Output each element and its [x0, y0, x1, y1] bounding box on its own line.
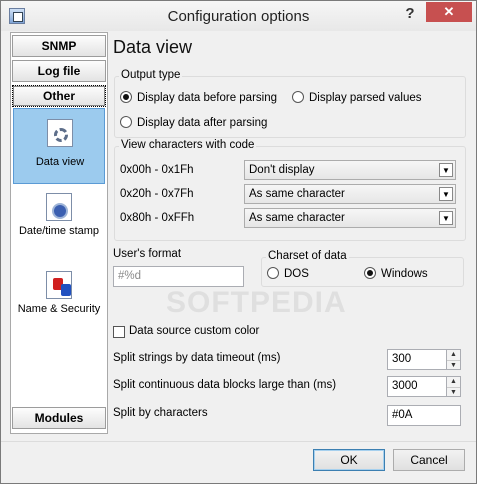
split-chars-label: Split by characters	[113, 407, 208, 419]
sidebar-item-date-time-stamp[interactable]: Date/time stamp	[13, 187, 105, 263]
title-bar: Configuration options ? ✕	[1, 1, 476, 31]
chevron-down-icon: ▼	[439, 163, 453, 177]
chevron-down-icon[interactable]: ▼	[447, 387, 460, 396]
users-format-input[interactable]: #%d	[113, 266, 244, 287]
configuration-window: Configuration options ? ✕ SNMP Log file …	[0, 0, 477, 484]
split-blocks-spinner[interactable]: 3000 ▲ ▼	[387, 376, 461, 397]
sidebar-item-name-security[interactable]: Name & Security	[13, 265, 105, 341]
sidebar-button-log-file[interactable]: Log file	[12, 60, 106, 82]
watermark: SOFTPEDIA	[166, 286, 347, 319]
sidebar-item-label: Date/time stamp	[18, 225, 100, 237]
sidebar-button-other[interactable]: Other	[12, 85, 106, 107]
radio-display-after-parsing[interactable]: Display data after parsing	[120, 116, 267, 129]
chevron-up-icon[interactable]: ▲	[447, 350, 460, 359]
charset-legend: Charset of data	[266, 250, 349, 262]
sidebar-item-label: Data view	[35, 156, 85, 168]
chevron-down-icon: ▼	[439, 187, 453, 201]
users-format-label: User's format	[113, 248, 182, 260]
sidebar-item-label: Name & Security	[17, 303, 101, 315]
split-blocks-label: Split continuous data blocks large than …	[113, 379, 337, 391]
split-timeout-spinner[interactable]: 300 ▲ ▼	[387, 349, 461, 370]
radio-indicator	[120, 116, 132, 128]
chevron-down-icon[interactable]: ▼	[447, 360, 460, 369]
category-sidebar: SNMP Log file Other Data view Date/time …	[10, 32, 108, 434]
radio-indicator	[267, 267, 279, 279]
clock-document-icon	[46, 193, 72, 221]
security-document-icon	[46, 271, 72, 299]
select-range-20-7f[interactable]: As same character ▼	[244, 184, 456, 204]
range-label-20-7f: 0x20h - 0x7Fh	[120, 188, 194, 200]
spinner-arrows[interactable]: ▲ ▼	[446, 349, 461, 370]
custom-color-checkbox[interactable]	[113, 326, 125, 338]
footer-separator	[1, 441, 476, 442]
ok-button[interactable]: OK	[313, 449, 385, 471]
custom-color-label: Data source custom color	[129, 325, 260, 337]
page-title: Data view	[113, 37, 193, 57]
help-button[interactable]: ?	[399, 5, 421, 25]
radio-charset-windows[interactable]: Windows	[364, 267, 428, 280]
view-characters-legend: View characters with code	[119, 139, 257, 151]
gear-document-icon	[47, 119, 73, 147]
spinner-arrows[interactable]: ▲ ▼	[446, 376, 461, 397]
radio-display-before-parsing[interactable]: Display data before parsing	[120, 91, 277, 104]
chevron-down-icon: ▼	[439, 211, 453, 225]
radio-indicator	[120, 91, 132, 103]
range-label-00-1f: 0x00h - 0x1Fh	[120, 164, 194, 176]
radio-indicator	[292, 91, 304, 103]
close-button[interactable]: ✕	[426, 2, 472, 22]
sidebar-item-data-view[interactable]: Data view	[13, 108, 105, 184]
output-type-legend: Output type	[119, 69, 183, 81]
cancel-button[interactable]: Cancel	[393, 449, 465, 471]
select-range-00-1f[interactable]: Don't display ▼	[244, 160, 456, 180]
radio-display-parsed-values[interactable]: Display parsed values	[292, 91, 422, 104]
range-label-80-ff: 0x80h - 0xFFh	[120, 212, 195, 224]
split-chars-input[interactable]: #0A	[387, 405, 461, 426]
radio-indicator	[364, 267, 376, 279]
split-timeout-label: Split strings by data timeout (ms)	[113, 352, 281, 364]
chevron-up-icon[interactable]: ▲	[447, 377, 460, 386]
sidebar-button-modules[interactable]: Modules	[12, 407, 106, 429]
sidebar-button-snmp[interactable]: SNMP	[12, 35, 106, 57]
radio-charset-dos[interactable]: DOS	[267, 267, 309, 280]
select-range-80-ff[interactable]: As same character ▼	[244, 208, 456, 228]
